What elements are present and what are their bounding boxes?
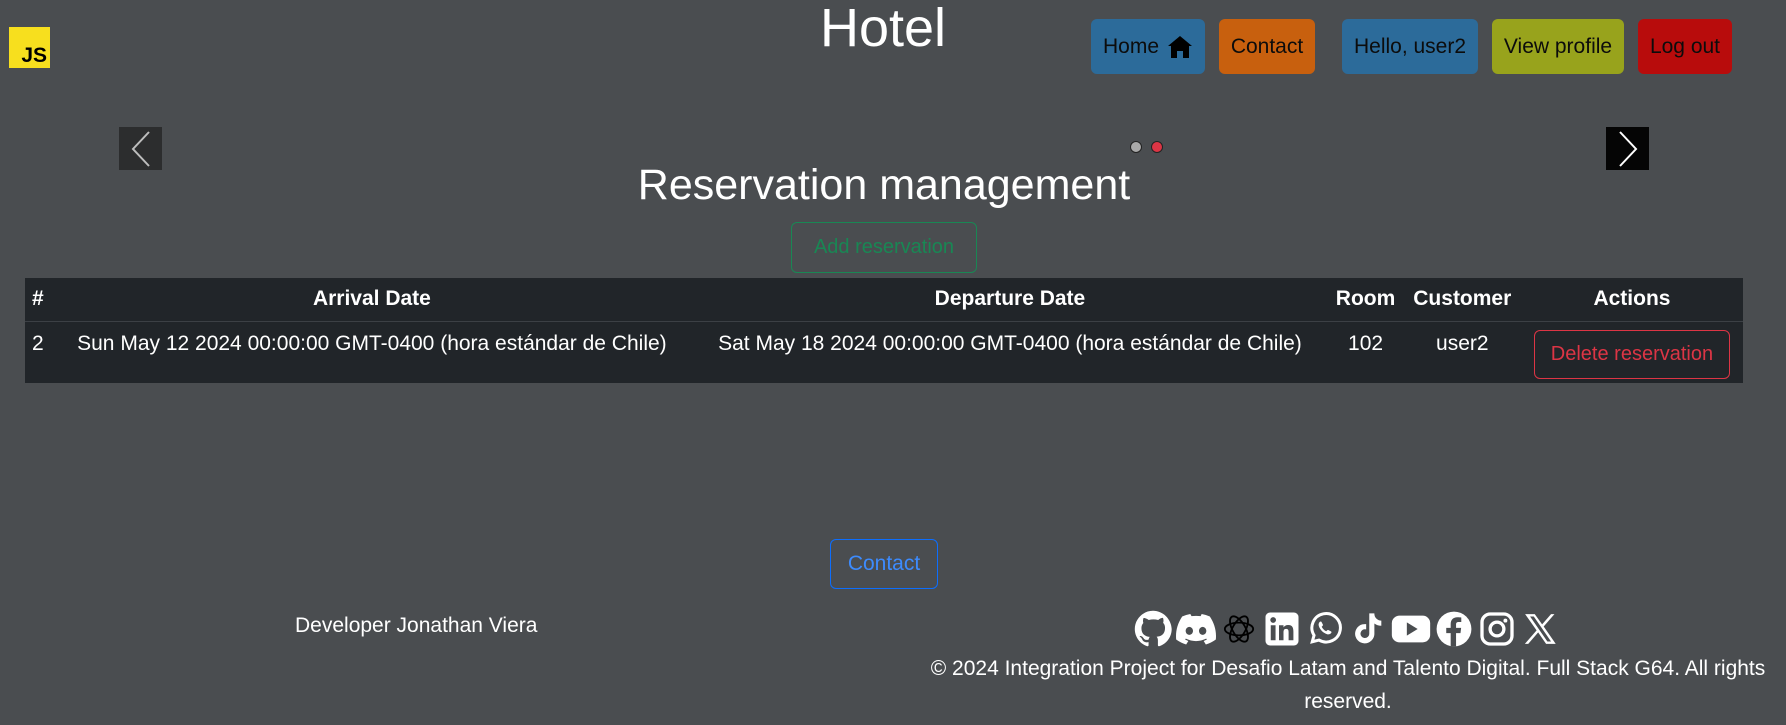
cell-departure-date: Sat May 18 2024 00:00:00 GMT-0400 (hora … bbox=[718, 331, 1302, 355]
cell-actions: Delete reservation bbox=[1521, 321, 1743, 383]
youtube-icon[interactable] bbox=[1391, 610, 1431, 648]
linkedin-icon[interactable] bbox=[1262, 610, 1302, 648]
column-header-departure: Departure Date bbox=[692, 278, 1328, 322]
reservations-table: # Arrival Date Departure Date Room Custo… bbox=[25, 278, 1743, 383]
carousel-indicator-1[interactable] bbox=[1130, 141, 1142, 153]
instagram-icon[interactable] bbox=[1477, 610, 1517, 648]
cell-id: 2 bbox=[32, 331, 44, 355]
table-row: 2 Sun May 12 2024 00:00:00 GMT-0400 (hor… bbox=[25, 321, 1743, 383]
home-button[interactable]: Home bbox=[1091, 19, 1205, 74]
logout-button[interactable]: Log out bbox=[1638, 19, 1732, 74]
developer-credit: Developer Jonathan Viera bbox=[295, 614, 538, 637]
cell-customer: user2 bbox=[1436, 331, 1489, 355]
whatsapp-icon[interactable] bbox=[1305, 610, 1345, 648]
facebook-icon[interactable] bbox=[1434, 610, 1474, 648]
page-heading: Reservation management bbox=[637, 161, 1131, 209]
footer-contact-button[interactable]: Contact bbox=[830, 539, 938, 589]
tiktok-icon[interactable] bbox=[1348, 610, 1388, 648]
x-icon[interactable] bbox=[1520, 610, 1560, 648]
column-header-customer: Customer bbox=[1403, 278, 1521, 322]
home-icon bbox=[1168, 35, 1193, 58]
column-header-arrival: Arrival Date bbox=[51, 278, 693, 322]
delete-reservation-button[interactable]: Delete reservation bbox=[1533, 329, 1731, 379]
cell-room: 102 bbox=[1348, 331, 1384, 355]
column-header-room: Room bbox=[1327, 278, 1404, 322]
column-header-actions: Actions bbox=[1520, 278, 1743, 322]
github-icon[interactable] bbox=[1133, 610, 1173, 648]
openai-icon[interactable] bbox=[1219, 610, 1259, 648]
table-header-row: # Arrival Date Departure Date Room Custo… bbox=[25, 278, 1743, 322]
reservations-table-container: # Arrival Date Departure Date Room Custo… bbox=[25, 278, 1743, 383]
carousel-indicator-2[interactable] bbox=[1151, 141, 1163, 153]
cell-arrival-date: Sun May 12 2024 00:00:00 GMT-0400 (hora … bbox=[77, 331, 667, 355]
home-button-label: Home bbox=[1102, 34, 1160, 58]
greeting-button[interactable]: Hello, user2 bbox=[1342, 19, 1478, 74]
column-header-id: # bbox=[25, 278, 52, 322]
view-profile-button[interactable]: View profile bbox=[1492, 19, 1624, 74]
contact-nav-button[interactable]: Contact bbox=[1219, 19, 1315, 74]
discord-icon[interactable] bbox=[1176, 610, 1216, 648]
add-reservation-button[interactable]: Add reservation bbox=[791, 222, 977, 273]
copyright-text: © 2024 Integration Project for Desafio L… bbox=[930, 657, 1766, 713]
social-links bbox=[1133, 610, 1560, 648]
